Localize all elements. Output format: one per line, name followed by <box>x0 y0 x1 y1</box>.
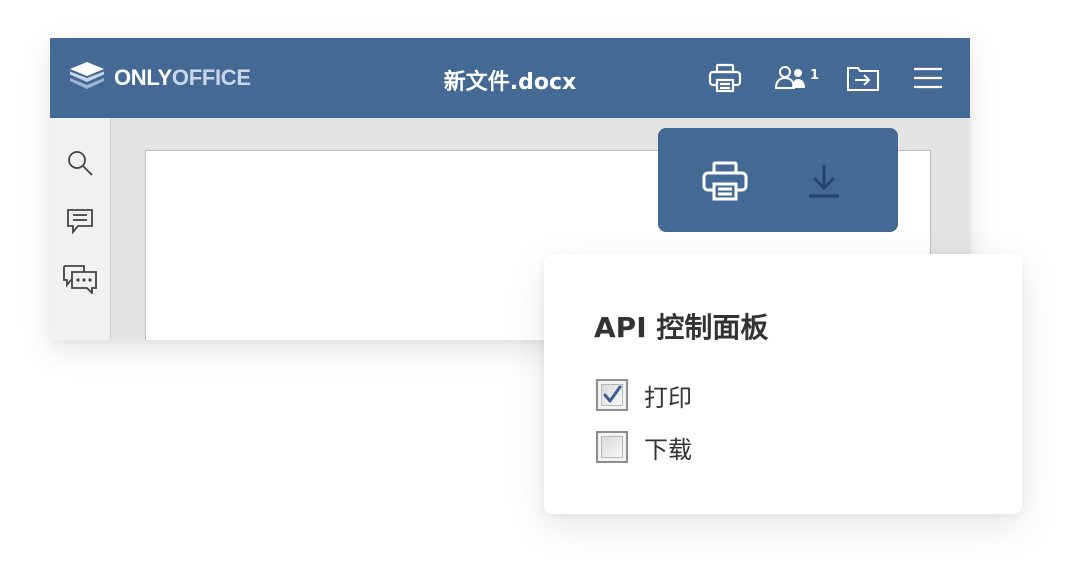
chat-button[interactable] <box>62 262 98 296</box>
users-icon <box>774 66 805 89</box>
comment-button[interactable] <box>62 204 98 238</box>
action-print-button[interactable] <box>700 156 750 206</box>
document-title: 新文件.docx <box>443 70 577 95</box>
comment-icon <box>67 209 93 234</box>
open-location-icon <box>847 67 879 91</box>
download-checkbox[interactable] <box>596 431 628 463</box>
action-panel <box>658 128 898 232</box>
logo-icon <box>70 62 104 89</box>
checkbox-box <box>601 436 623 458</box>
option-label-download: 下载 <box>644 435 692 464</box>
option-label-print: 打印 <box>644 383 692 412</box>
onlyoffice-logo[interactable]: ONLYOFFICE <box>68 58 251 98</box>
brand-accent: OFFICE <box>171 65 251 90</box>
users-count: 1 <box>810 68 820 83</box>
search-icon <box>68 151 93 176</box>
print-icon <box>708 63 742 93</box>
option-download[interactable]: 下载 <box>596 430 692 464</box>
download-icon <box>809 165 839 198</box>
api-control-panel: API 控制面板 打印 下载 <box>544 254 1022 514</box>
users-button[interactable] <box>774 62 810 94</box>
left-rail <box>50 118 111 340</box>
checkbox-box <box>601 384 623 406</box>
option-print[interactable]: 打印 <box>596 378 692 412</box>
action-download-button[interactable] <box>799 156 849 206</box>
open-location-button[interactable] <box>845 62 881 94</box>
print-checkbox[interactable] <box>596 379 628 411</box>
print-button[interactable] <box>707 62 743 94</box>
brand-main: ONLY <box>114 65 172 90</box>
panel-title: API 控制面板 <box>594 311 769 344</box>
menu-icon <box>914 67 942 89</box>
chat-icon <box>63 265 97 294</box>
header-bar: ONLYOFFICE 新文件.docx 1 <box>50 38 970 118</box>
print-icon <box>702 161 748 201</box>
search-button[interactable] <box>62 146 98 180</box>
brand-name: ONLYOFFICE <box>114 65 251 91</box>
check-icon <box>603 385 622 403</box>
menu-button[interactable] <box>910 62 946 94</box>
